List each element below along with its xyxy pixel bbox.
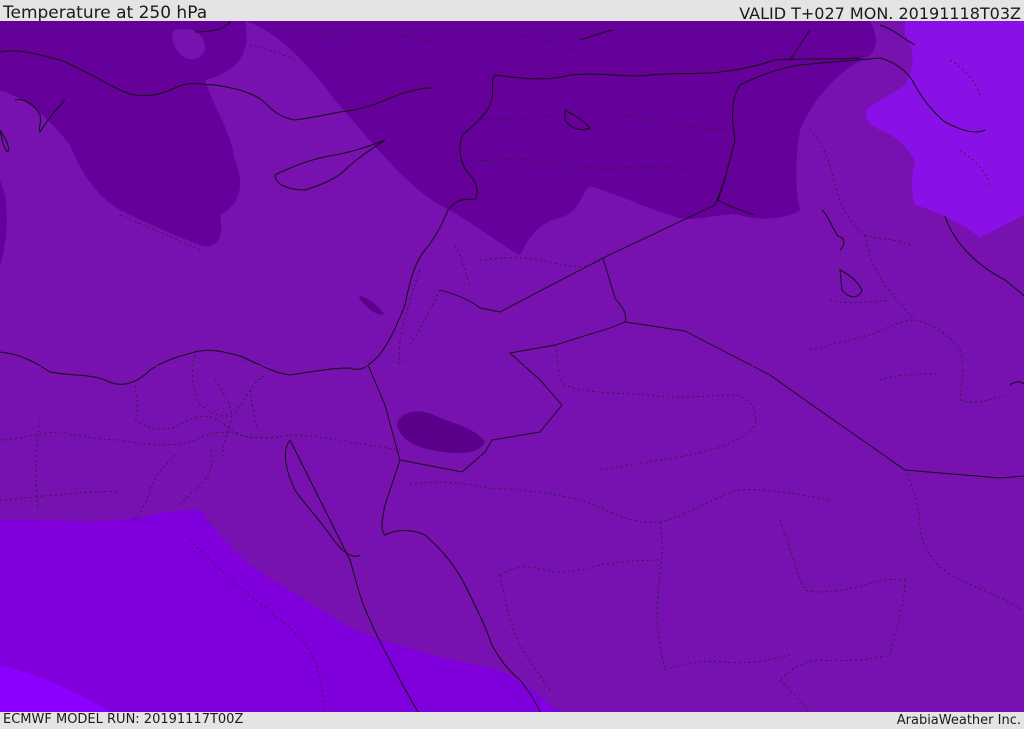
- credit-label: ArabiaWeather Inc.: [896, 713, 1021, 728]
- map-title: Temperature at 250 hPa: [3, 3, 208, 23]
- footer-bar: ECMWF MODEL RUN: 20191117T00Z ArabiaWeat…: [0, 712, 1024, 729]
- model-run-label: ECMWF MODEL RUN: 20191117T00Z: [3, 712, 244, 727]
- temperature-map[interactable]: [0, 21, 1024, 712]
- header-bar: Temperature at 250 hPa VALID T+027 MON. …: [0, 0, 1024, 23]
- map-panel[interactable]: [0, 21, 1024, 712]
